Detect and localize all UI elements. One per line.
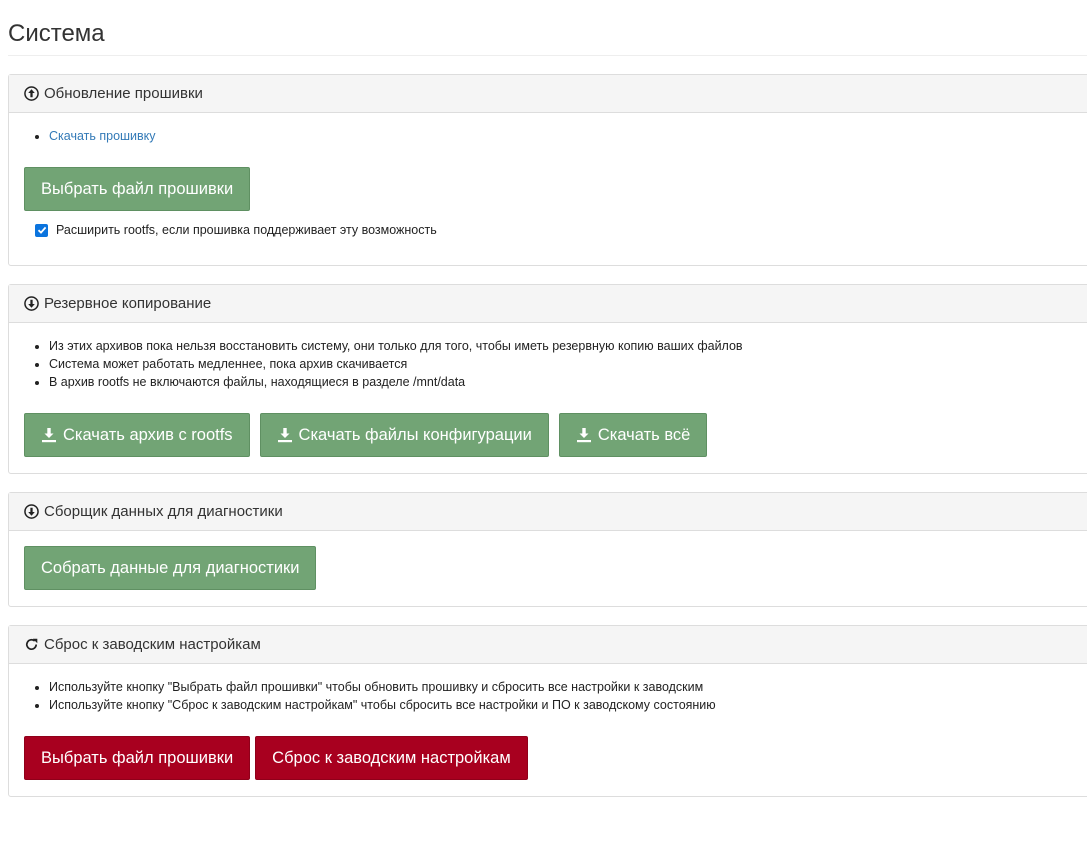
backup-notes-list: Из этих архивов пока нельзя восстановить… [9, 337, 743, 391]
factory-reset-notes-list: Используйте кнопку "Выбрать файл прошивк… [9, 678, 716, 714]
download-config-label: Скачать файлы конфигурации [298, 425, 532, 444]
backup-title: Резервное копирование [44, 295, 212, 312]
diagnostics-heading: Сборщик данных для диагностики [9, 493, 1087, 531]
list-item: Система может работать медленнее, пока а… [49, 355, 743, 373]
reset-select-firmware-button[interactable]: Выбрать файл прошивки [24, 736, 251, 780]
page-title: Система [8, 20, 105, 47]
expand-rootfs-checkbox[interactable] [35, 223, 48, 237]
list-item: В архив rootfs не включаются файлы, нахо… [49, 373, 743, 391]
download-config-button[interactable]: Скачать файлы конфигурации [259, 413, 549, 457]
firmware-links-list: Скачать прошивку [9, 127, 156, 145]
refresh-icon [24, 637, 39, 652]
backup-heading: Резервное копирование [9, 285, 1087, 323]
firmware-update-panel: Обновление прошивки Скачать прошивку Выб… [8, 74, 1087, 266]
download-all-button[interactable]: Скачать всё [558, 413, 708, 457]
list-item: Используйте кнопку "Выбрать файл прошивк… [49, 678, 716, 696]
checkmark-icon [37, 226, 46, 234]
collect-diagnostics-button[interactable]: Собрать данные для диагностики [24, 546, 317, 590]
factory-reset-title: Сброс к заводским настройкам [44, 636, 261, 653]
download-icon [277, 427, 293, 443]
expand-rootfs-row: Расширить rootfs, если прошивка поддержи… [23, 223, 437, 237]
list-item: Скачать прошивку [49, 127, 156, 145]
circle-arrow-down-icon [24, 504, 39, 519]
list-item: Из этих архивов пока нельзя восстановить… [49, 337, 743, 355]
download-all-label: Скачать всё [597, 425, 691, 444]
list-item: Используйте кнопку "Сброс к заводским на… [49, 696, 716, 714]
title-divider [8, 55, 1087, 56]
download-rootfs-button[interactable]: Скачать архив с rootfs [24, 413, 250, 457]
factory-reset-heading: Сброс к заводским настройкам [9, 626, 1087, 664]
select-firmware-button[interactable]: Выбрать файл прошивки [24, 167, 251, 211]
circle-arrow-up-icon [24, 86, 39, 101]
download-icon [41, 427, 57, 443]
diagnostics-panel: Сборщик данных для диагностики Собрать д… [8, 492, 1087, 607]
firmware-update-heading: Обновление прошивки [9, 75, 1087, 113]
download-icon [576, 427, 592, 443]
diagnostics-title: Сборщик данных для диагностики [44, 503, 283, 520]
factory-reset-panel: Сброс к заводским настройкам Используйте… [8, 625, 1087, 797]
firmware-update-title: Обновление прошивки [44, 85, 203, 102]
factory-reset-button[interactable]: Сброс к заводским настройкам [255, 736, 528, 780]
download-rootfs-label: Скачать архив с rootfs [63, 425, 233, 444]
expand-rootfs-label: Расширить rootfs, если прошивка поддержи… [56, 223, 437, 237]
backup-panel: Резервное копирование Из этих архивов по… [8, 284, 1087, 474]
download-firmware-link[interactable]: Скачать прошивку [49, 129, 156, 143]
circle-arrow-down-icon [24, 296, 39, 311]
